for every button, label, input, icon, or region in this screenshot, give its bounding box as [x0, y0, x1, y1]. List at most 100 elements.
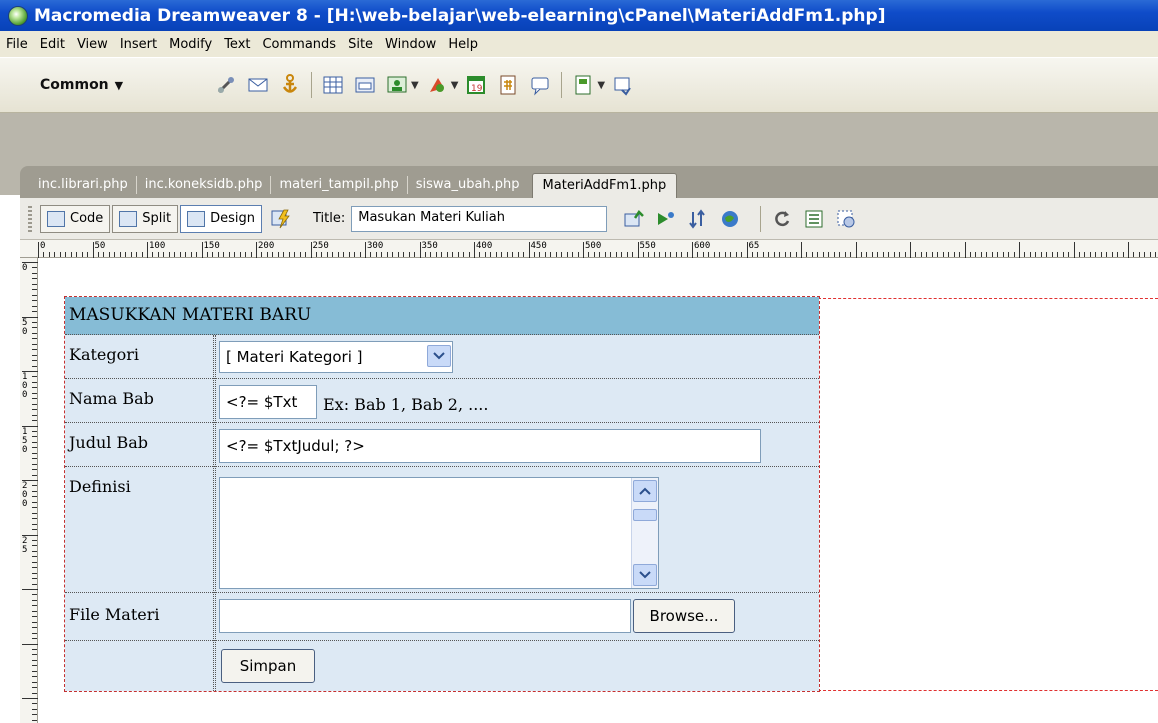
ruler-tick	[32, 518, 37, 520]
definisi-textarea[interactable]	[219, 477, 659, 589]
ruler-tick	[48, 252, 50, 257]
named-anchor-icon[interactable]	[279, 74, 301, 96]
code-view-button[interactable]: Code	[40, 204, 111, 233]
judul-bab-input[interactable]: <?= $TxtJudul; ?>	[219, 429, 761, 463]
templates-icon[interactable]	[572, 74, 594, 96]
menu-site[interactable]: Site	[342, 37, 379, 52]
visual-aids-icon[interactable]	[835, 208, 857, 230]
ruler-tick	[32, 708, 37, 710]
menu-insert[interactable]: Insert	[114, 37, 163, 52]
ruler-tick	[724, 252, 726, 257]
ruler-tick	[953, 252, 955, 257]
server-side-include-icon[interactable]	[497, 74, 519, 96]
scroll-down-icon[interactable]	[633, 564, 657, 586]
ruler-tick	[32, 452, 37, 454]
ruler-tick	[315, 252, 317, 257]
templates-dropdown-arrow[interactable]: ▼	[597, 80, 605, 91]
preview-in-browser-icon[interactable]	[655, 208, 677, 230]
menu-window[interactable]: Window	[379, 37, 442, 52]
ruler-tick	[141, 252, 143, 257]
column-divider	[213, 335, 214, 691]
ruler-tick	[212, 252, 214, 257]
ruler-tick	[157, 252, 159, 257]
ruler-tick	[65, 252, 67, 257]
ruler-tick	[828, 252, 830, 257]
toolbar-grip[interactable]	[28, 205, 32, 232]
tab-inc-librari[interactable]: inc.librari.php	[30, 176, 137, 194]
ruler-tick	[468, 252, 470, 257]
images-icon[interactable]	[386, 74, 408, 96]
div-icon[interactable]	[354, 74, 376, 96]
ruler-tick	[32, 267, 37, 269]
media-icon[interactable]	[426, 74, 448, 96]
scroll-up-icon[interactable]	[633, 480, 657, 502]
file-management-icon[interactable]	[623, 208, 645, 230]
menu-edit[interactable]: Edit	[34, 37, 71, 52]
scroll-thumb[interactable]	[633, 509, 657, 521]
menu-file[interactable]: File	[0, 37, 34, 52]
ruler-tick	[32, 458, 37, 460]
ruler-tick	[506, 252, 508, 257]
ruler-tick	[32, 272, 37, 274]
nama-bab-input[interactable]: <?= $Txt	[219, 385, 317, 419]
menu-help[interactable]: Help	[442, 37, 484, 52]
kategori-select[interactable]: [ Materi Kategori ]	[219, 341, 453, 373]
split-view-icon	[119, 210, 138, 227]
ruler-tick	[768, 252, 770, 257]
ruler-tick	[888, 252, 890, 257]
menu-commands[interactable]: Commands	[256, 37, 342, 52]
ruler-tick	[991, 252, 993, 257]
ruler-tick	[1128, 242, 1129, 258]
ruler-tick	[32, 414, 37, 416]
ruler-tick	[899, 252, 901, 257]
ruler-tick	[1051, 252, 1053, 257]
file-path-input[interactable]	[219, 599, 631, 633]
ruler-tick	[626, 252, 628, 257]
design-view-button[interactable]: Design	[180, 204, 262, 233]
table-boundary-line	[818, 298, 1158, 299]
judul-bab-label: Judul Bab	[69, 433, 149, 452]
ruler-tick	[975, 252, 977, 257]
ruler-tick	[266, 252, 268, 257]
insert-category-dropdown[interactable]: Common ▼	[40, 77, 210, 93]
ruler-tick	[32, 294, 37, 296]
ruler-tick	[1029, 252, 1031, 257]
ruler-tick	[424, 252, 426, 257]
ruler-tick	[697, 252, 699, 257]
hyperlink-icon[interactable]	[215, 74, 237, 96]
ruler-tick	[97, 252, 99, 257]
tab-materi-tampil[interactable]: materi_tampil.php	[271, 176, 408, 194]
tab-materiaddfm1[interactable]: MateriAddFm1.php	[531, 172, 678, 198]
ruler-tick	[517, 252, 519, 257]
chevron-down-icon: ▼	[114, 79, 124, 92]
ruler-tick	[457, 252, 459, 257]
toolbar-separator	[760, 205, 762, 232]
email-link-icon[interactable]	[247, 74, 269, 96]
split-view-button[interactable]: Split	[112, 204, 179, 233]
tab-siswa-ubah[interactable]: siswa_ubah.php	[408, 176, 528, 194]
view-options-icon[interactable]	[803, 208, 825, 230]
menu-text[interactable]: Text	[218, 37, 256, 52]
menu-view[interactable]: View	[71, 37, 114, 52]
page-title-input[interactable]: Masukan Materi Kuliah	[351, 205, 608, 232]
live-data-icon[interactable]	[270, 208, 292, 230]
simpan-button[interactable]: Simpan	[221, 649, 315, 683]
images-dropdown-arrow[interactable]: ▼	[411, 80, 419, 91]
tag-chooser-icon[interactable]	[612, 74, 634, 96]
validate-icon[interactable]	[719, 208, 741, 230]
tab-inc-koneksidb[interactable]: inc.koneksidb.php	[137, 176, 272, 194]
comment-icon[interactable]	[529, 74, 551, 96]
ruler-tick	[1078, 252, 1080, 257]
ruler-tick	[348, 252, 350, 257]
debug-icon[interactable]	[687, 208, 709, 230]
table-icon[interactable]	[322, 74, 344, 96]
nama-bab-hint: Ex: Bab 1, Bab 2, ....	[323, 395, 489, 414]
ruler-tick	[1046, 252, 1048, 257]
refresh-icon[interactable]	[771, 208, 793, 230]
media-dropdown-arrow[interactable]: ▼	[451, 80, 459, 91]
browse-button[interactable]: Browse...	[633, 599, 735, 633]
date-icon[interactable]: 19	[465, 74, 487, 96]
chevron-down-icon[interactable]	[427, 345, 451, 367]
ruler-tick	[32, 610, 37, 612]
menu-modify[interactable]: Modify	[163, 37, 218, 52]
